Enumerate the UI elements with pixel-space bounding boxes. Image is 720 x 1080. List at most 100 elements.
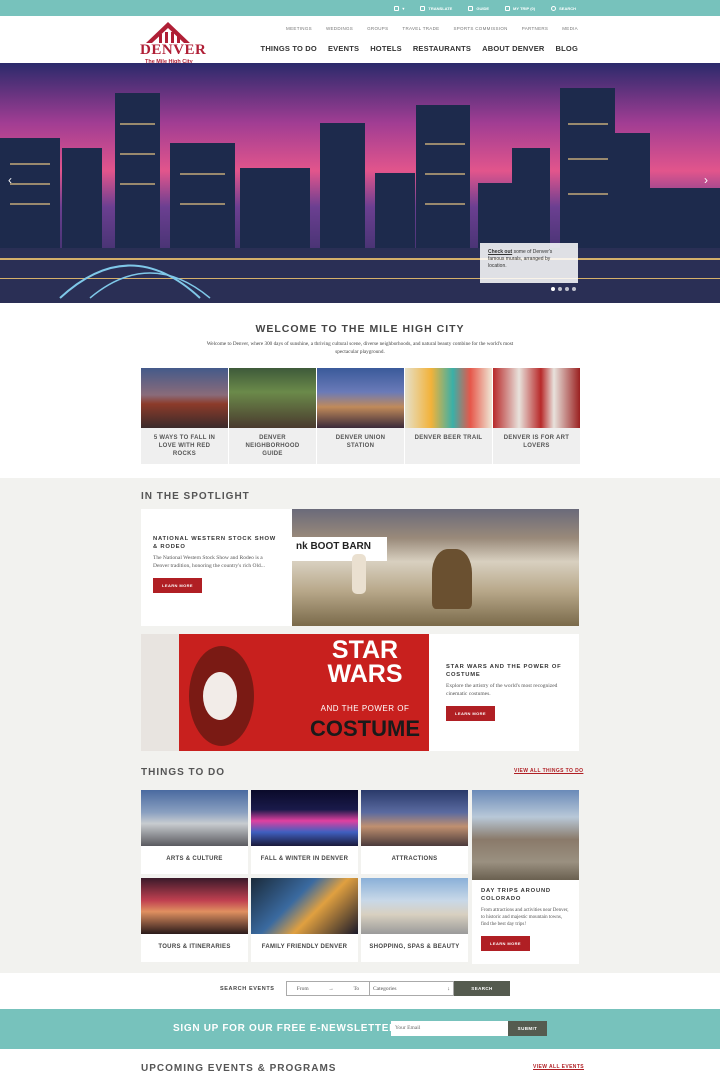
view-all-things-to-do-link[interactable]: VIEW ALL THINGS TO DO <box>514 768 583 774</box>
spotlight-card-rodeo: NATIONAL WESTERN STOCK SHOW & RODEO The … <box>141 509 579 626</box>
subnav-partners[interactable]: PARTNERS <box>522 26 549 31</box>
subnav-weddings[interactable]: WEDDINGS <box>326 26 353 31</box>
denver-skyline-image <box>0 63 720 303</box>
union-station-image <box>317 368 404 428</box>
utility-bar: ▾ TRANSLATE GUIDE MY TRIP (0) SEARCH <box>0 0 720 16</box>
feature-card-union-station[interactable]: DENVER UNION STATION <box>317 368 404 464</box>
guide-link[interactable]: GUIDE <box>468 5 489 11</box>
translate-link[interactable]: TRANSLATE <box>420 5 452 11</box>
nav-hotels[interactable]: HOTELS <box>370 44 402 53</box>
ttd-card-arts-culture[interactable]: ARTS & CULTURE <box>141 790 248 874</box>
site-header: DENVER The Mile High City MEETINGS WEDDI… <box>0 16 720 65</box>
ttd-card-fall-winter[interactable]: FALL & WINTER IN DENVER <box>251 790 358 874</box>
nav-restaurants[interactable]: RESTAURANTS <box>413 44 471 53</box>
shopping-image <box>361 878 468 934</box>
rodeo-banner: nk BOOT BARN <box>292 537 387 561</box>
rodeo-clown-shape <box>352 554 366 594</box>
main-nav: THINGS TO DO EVENTS HOTELS RESTAURANTS A… <box>261 44 578 53</box>
day-trips-text: DAY TRIPS AROUND COLORADO From attractio… <box>481 888 571 952</box>
star-wars-image: STAR WARS AND THE POWER OF COSTUME <box>141 634 429 751</box>
ttd-card-shopping[interactable]: SHOPPING, SPAS & BEAUTY <box>361 878 468 962</box>
from-date-field[interactable]: From <box>297 986 309 992</box>
translate-icon <box>420 5 426 11</box>
feature-card-art-lovers[interactable]: DENVER IS FOR ART LOVERS <box>493 368 580 464</box>
logo-wordmark: DENVER <box>140 42 207 58</box>
feature-card-red-rocks[interactable]: 5 WAYS TO FALL IN LOVE WITH RED ROCKS <box>141 368 228 464</box>
newsletter-submit-button[interactable]: SUBMIT <box>508 1021 547 1036</box>
art-lovers-image <box>493 368 580 428</box>
feature-card-beer-trail[interactable]: DENVER BEER TRAIL <box>405 368 492 464</box>
slide-dot[interactable] <box>565 287 569 291</box>
subnav-travel-trade[interactable]: TRAVEL TRADE <box>402 26 439 31</box>
nav-about-denver[interactable]: ABOUT DENVER <box>482 44 544 53</box>
ttd-card-day-trips[interactable]: DAY TRIPS AROUND COLORADO From attractio… <box>472 790 579 964</box>
hero-prev-arrow-icon[interactable]: ‹ <box>8 173 12 187</box>
rodeo-learn-more-button[interactable]: LEARN MORE <box>153 578 202 594</box>
beer-trail-image <box>405 368 492 428</box>
slide-dot[interactable] <box>551 287 555 291</box>
hero-slider[interactable]: ‹ › Check out some of Denver's famous mu… <box>0 63 720 303</box>
fall-winter-image <box>251 790 358 846</box>
newsletter-title: SIGN UP FOR OUR FREE E-NEWSLETTER <box>173 1023 398 1034</box>
ttd-card-tours[interactable]: TOURS & ITINERARIES <box>141 878 248 962</box>
spotlight-rodeo-text: NATIONAL WESTERN STOCK SHOW & RODEO The … <box>153 536 278 594</box>
star-wars-logo: STAR WARS <box>327 636 403 688</box>
newsletter-signup: SIGN UP FOR OUR FREE E-NEWSLETTER Your E… <box>0 1009 720 1049</box>
suitcase-icon <box>505 5 511 11</box>
slide-dot[interactable] <box>572 287 576 291</box>
welcome-text: Welcome to Denver, where 300 days of sun… <box>206 341 514 355</box>
view-all-events-link[interactable]: VIEW ALL EVENTS <box>533 1064 584 1070</box>
red-rocks-image <box>141 368 228 428</box>
search-events-bar: SEARCH EVENTS From → To Categories ↓ SEA… <box>0 973 720 1009</box>
chevron-down-icon: ↓ <box>447 986 450 992</box>
spotlight-card-star-wars: STAR WARS AND THE POWER OF COSTUME STAR … <box>141 634 579 751</box>
nav-things-to-do[interactable]: THINGS TO DO <box>261 44 317 53</box>
date-range-input[interactable]: From → To <box>286 981 370 996</box>
mountain-logo-icon <box>146 22 190 43</box>
categories-select[interactable]: Categories ↓ <box>370 981 454 996</box>
welcome-title: WELCOME TO THE MILE HIGH CITY <box>255 323 465 335</box>
search-events-button[interactable]: SEARCH <box>454 981 510 996</box>
feature-cards: 5 WAYS TO FALL IN LOVE WITH RED ROCKS DE… <box>141 368 580 464</box>
ttd-card-attractions[interactable]: ATTRACTIONS <box>361 790 468 874</box>
language-icon <box>394 5 400 11</box>
nav-events[interactable]: EVENTS <box>328 44 359 53</box>
things-to-do-grid: ARTS & CULTURE FALL & WINTER IN DENVER A… <box>141 790 579 965</box>
search-icon <box>551 5 557 11</box>
bull-shape <box>432 549 472 609</box>
rodeo-image: nk BOOT BARN <box>292 509 579 626</box>
subnav-groups[interactable]: GROUPS <box>367 26 388 31</box>
nav-blog[interactable]: BLOG <box>556 44 578 53</box>
spotlight-title: IN THE SPOTLIGHT <box>141 491 250 502</box>
secondary-nav: MEETINGS WEDDINGS GROUPS TRAVEL TRADE SP… <box>286 26 578 31</box>
to-date-field[interactable]: To <box>353 986 359 992</box>
subnav-media[interactable]: MEDIA <box>562 26 578 31</box>
page: ▾ TRANSLATE GUIDE MY TRIP (0) SEARCH DEN… <box>0 0 720 1080</box>
slide-dot[interactable] <box>558 287 562 291</box>
my-trip-link[interactable]: MY TRIP (0) <box>505 5 535 11</box>
day-trips-learn-more-button[interactable]: LEARN MORE <box>481 936 530 952</box>
tours-image <box>141 878 248 934</box>
subnav-meetings[interactable]: MEETINGS <box>286 26 312 31</box>
family-image <box>251 878 358 934</box>
day-trips-image <box>472 790 579 880</box>
email-field[interactable]: Your Email <box>391 1021 508 1036</box>
welcome-section: WELCOME TO THE MILE HIGH CITY Welcome to… <box>0 303 720 478</box>
arrow-right-icon: → <box>328 985 334 992</box>
subnav-sports-commission[interactable]: SPORTS COMMISSION <box>453 26 507 31</box>
hero-caption: Check out some of Denver's famous murals… <box>480 243 578 283</box>
language-selector[interactable]: ▾ <box>394 5 404 11</box>
attractions-image <box>361 790 468 846</box>
arts-culture-image <box>141 790 248 846</box>
book-icon <box>468 5 474 11</box>
ttd-card-family[interactable]: FAMILY FRIENDLY DENVER <box>251 878 358 962</box>
search-link[interactable]: SEARCH <box>551 5 576 11</box>
things-to-do-title: THINGS TO DO <box>141 767 226 778</box>
hero-next-arrow-icon[interactable]: › <box>704 173 708 187</box>
feature-card-neighborhood[interactable]: DENVER NEIGHBORHOOD GUIDE <box>229 368 316 464</box>
spotlight-star-wars-text: STAR WARS AND THE POWER OF COSTUME Explo… <box>446 664 571 722</box>
upcoming-title: UPCOMING EVENTS & PROGRAMS <box>141 1063 337 1074</box>
hero-caption-link[interactable]: Check out <box>488 249 512 255</box>
upcoming-events-section: UPCOMING EVENTS & PROGRAMS VIEW ALL EVEN… <box>0 1049 720 1080</box>
star-wars-learn-more-button[interactable]: LEARN MORE <box>446 706 495 722</box>
